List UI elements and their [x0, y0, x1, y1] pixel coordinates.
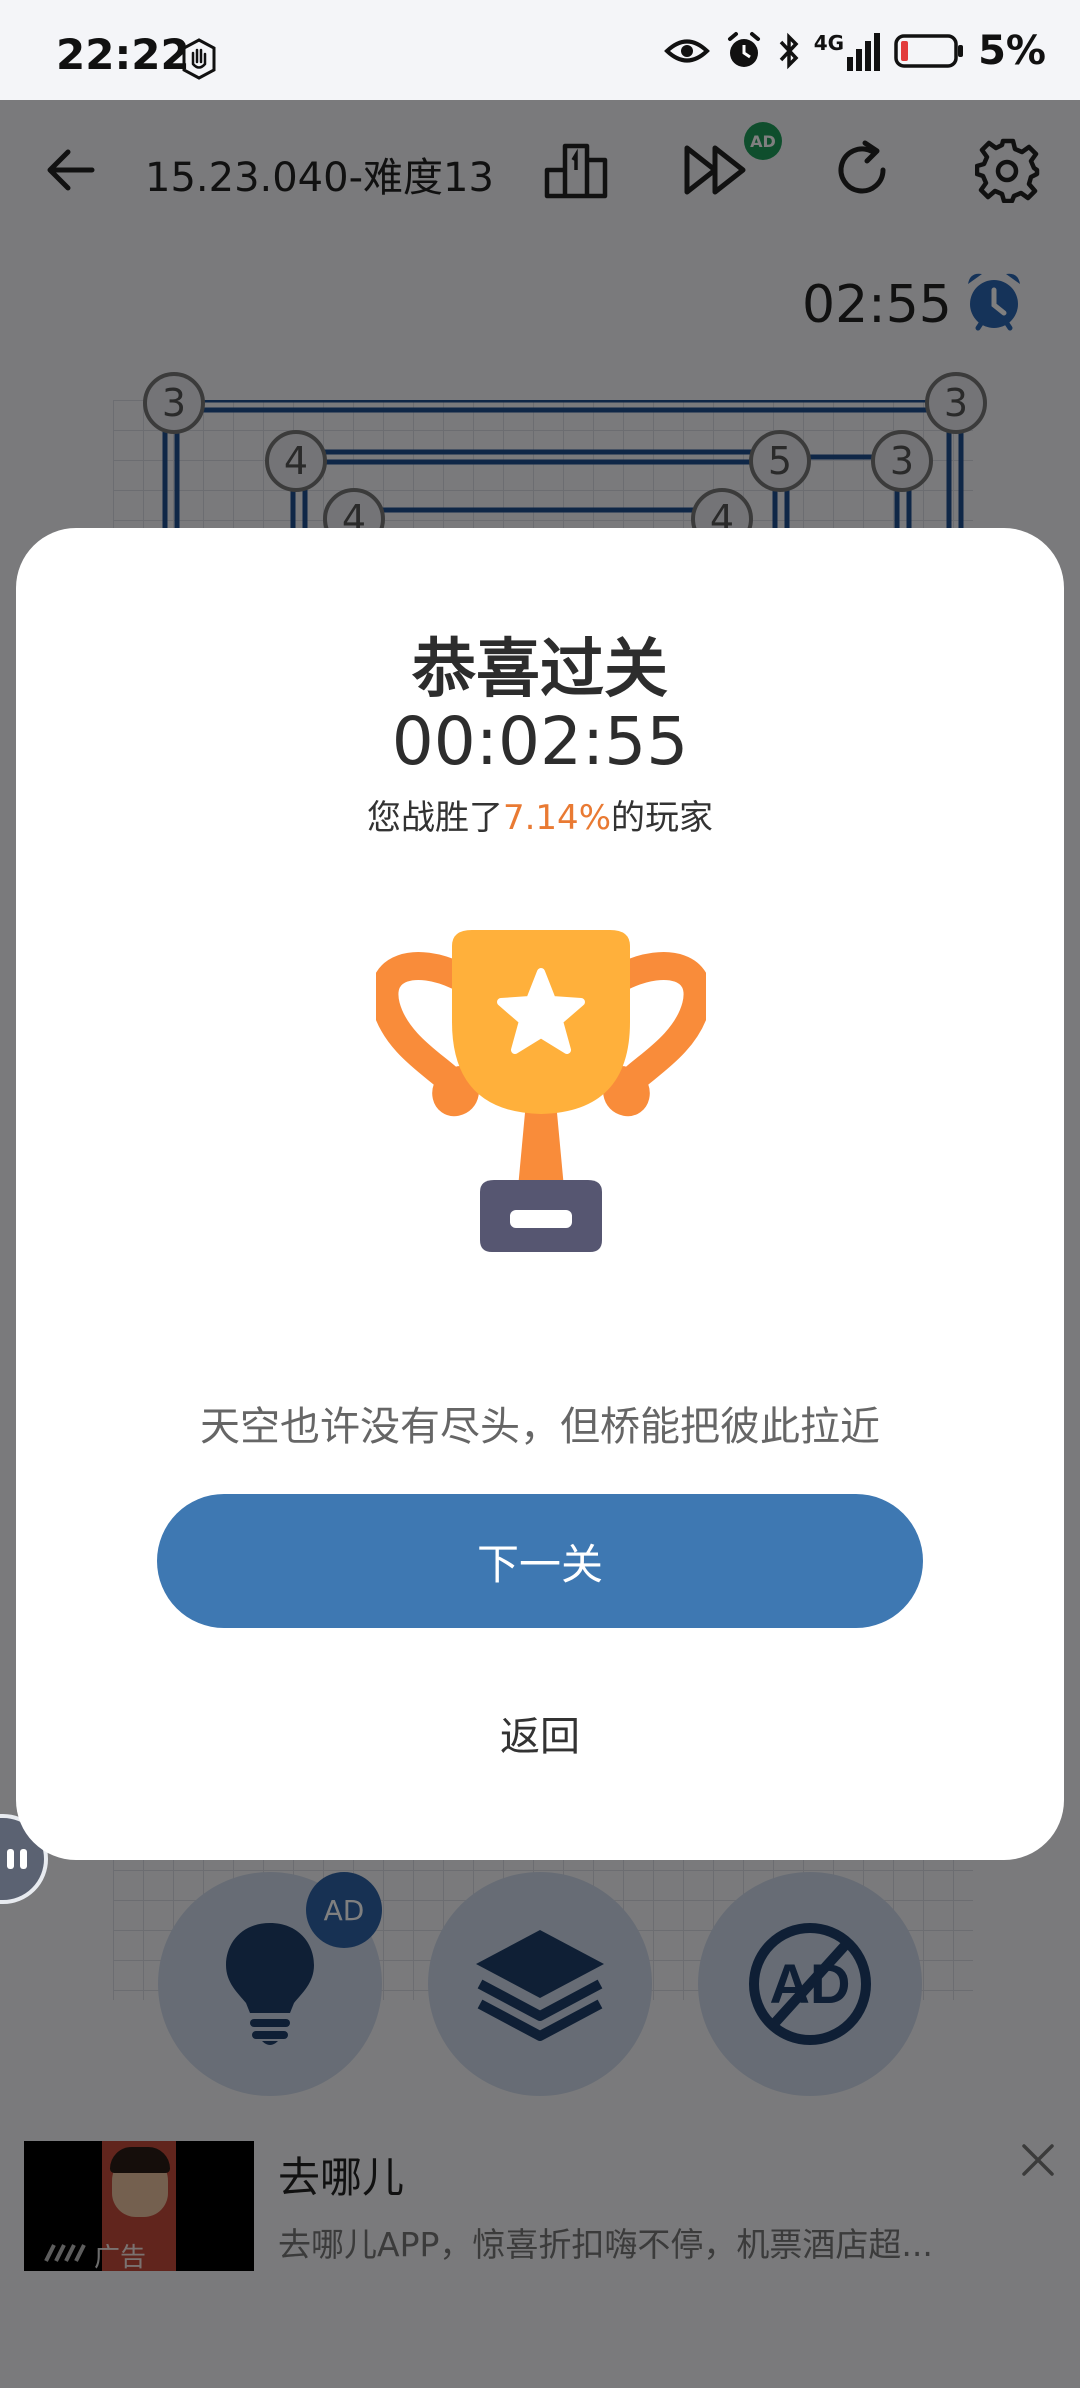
return-button[interactable]: 返回	[440, 1704, 640, 1770]
quote-text: 天空也许没有尽头，但桥能把彼此拉近	[200, 1404, 880, 1450]
level-complete-dialog: 恭喜过关 00:02:55 您战胜了7.14%的玩家 天空也许没有尽头，但桥能把…	[16, 528, 1064, 1860]
network-type: 4G	[813, 31, 845, 55]
rank-percent: 7.14%	[502, 798, 611, 838]
status-bar: 22:22 4G 5%	[0, 0, 1080, 100]
dialog-title: 恭喜过关	[412, 633, 668, 707]
eye-icon	[663, 39, 710, 63]
completion-time: 00:02:55	[391, 703, 689, 780]
alarm-status-icon	[727, 32, 760, 67]
battery-percent: 5%	[978, 28, 1046, 74]
signal-4g-icon: 4G	[813, 31, 881, 71]
bluetooth-icon	[779, 32, 799, 70]
next-level-button[interactable]: 下一关	[157, 1494, 923, 1628]
status-time: 22:22	[56, 30, 190, 79]
battery-icon	[894, 34, 964, 68]
rank-text: 您战胜了7.14%的玩家	[366, 798, 713, 838]
hand-gesture-icon	[178, 38, 220, 84]
status-icons: 4G 5%	[663, 28, 1046, 74]
trophy-icon	[376, 930, 706, 1252]
